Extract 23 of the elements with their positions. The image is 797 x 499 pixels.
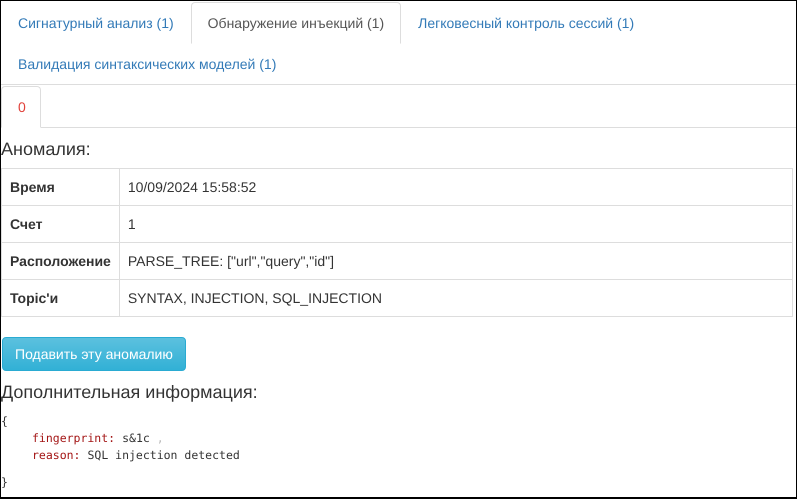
tab[interactable]: Легковесный контроль сессий (1) [401,2,652,44]
code-separator: , [156,431,164,445]
code-brace: { [1,413,9,430]
row-label: Счет [2,206,120,242]
tab[interactable]: 0 [1,86,41,128]
section-heading: Дополнительная информация: [1,381,259,403]
code-value: s&1c [122,431,150,445]
table-cell: 10/09/2024 15:58:52 [119,168,792,206]
row-label: Расположение [2,242,120,280]
row-label: Topic'и [2,280,120,316]
tab[interactable]: Обнаружение инъекций (1) [190,2,402,44]
code-key: fingerprint: [32,431,116,445]
table-cell: 1 [119,206,792,242]
code-key: reason: [32,448,80,462]
table-cell: PARSE_TREE: ["url","query","id"] [119,242,792,280]
row-label: Время [2,168,120,206]
suppress-button[interactable]: Подавить эту аномалию [2,337,186,371]
table-cell: SYNTAX, INJECTION, SQL_INJECTION [119,280,792,316]
tab[interactable]: Валидация синтаксических моделей (1) [1,43,294,85]
code-value: SQL injection detected [87,448,240,462]
code-brace: } [1,474,9,491]
section-heading: Аномалия: [1,138,92,160]
tab[interactable]: Сигнатурный анализ (1) [1,2,191,44]
